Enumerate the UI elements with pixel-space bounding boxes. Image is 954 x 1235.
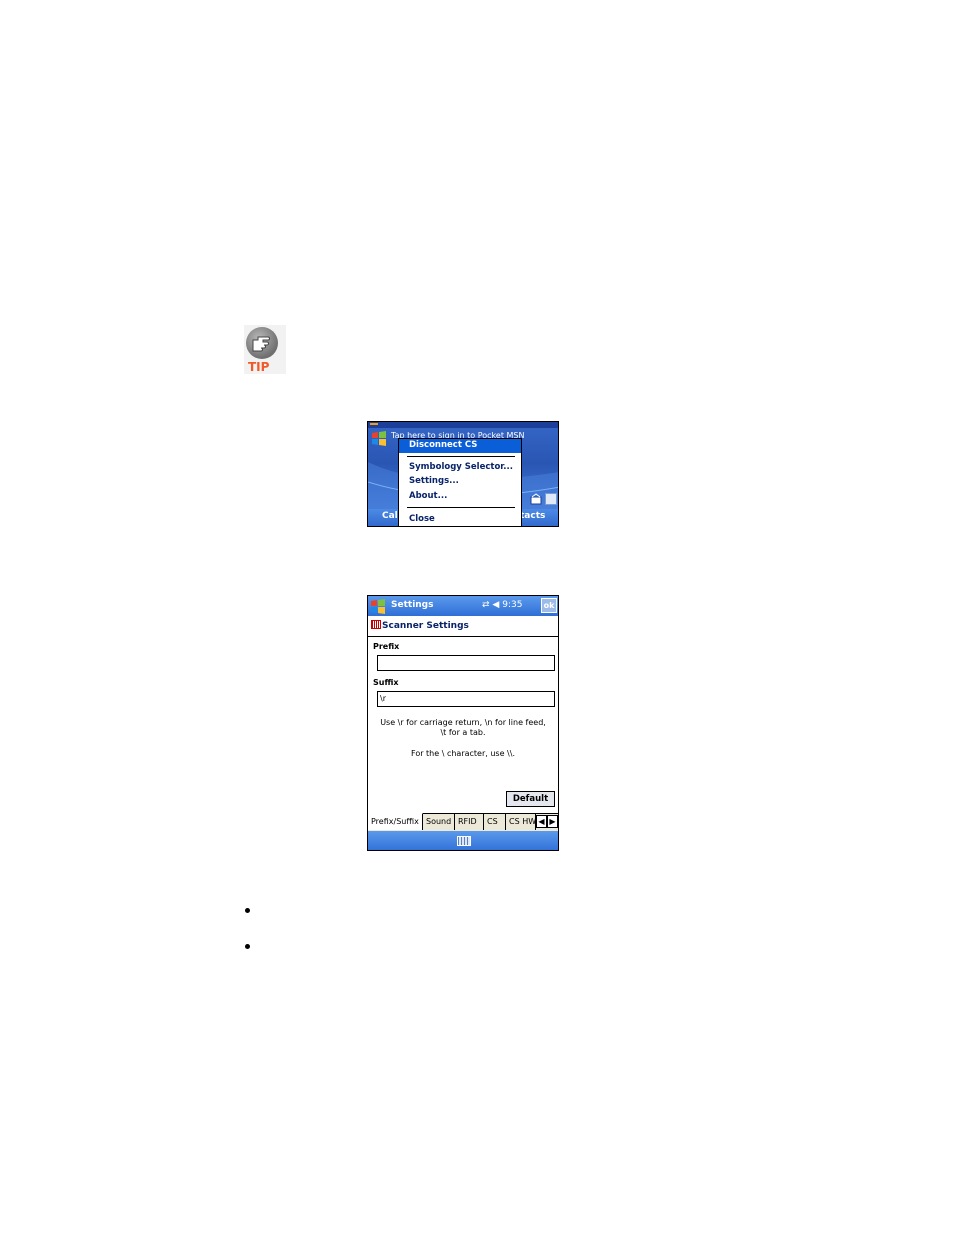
connectivity-icon[interactable]: ⇄ bbox=[482, 600, 490, 610]
suffix-label: Suffix bbox=[373, 678, 399, 687]
context-menu: Disconnect CS Symbology Selector... Sett… bbox=[398, 438, 522, 526]
menu-item-about[interactable]: About... bbox=[409, 491, 447, 501]
prefix-input[interactable] bbox=[377, 655, 555, 671]
keyboard-icon[interactable] bbox=[457, 836, 471, 846]
hint-text-2: For the \ character, use \\. bbox=[411, 749, 515, 758]
tip-icon: TIP bbox=[244, 325, 286, 374]
menu-item-settings[interactable]: Settings... bbox=[409, 476, 459, 486]
status-area[interactable]: ⇄ ◀ 9:35 bbox=[482, 600, 522, 610]
menu-item-symbology-selector[interactable]: Symbology Selector... bbox=[409, 462, 513, 472]
menu-item-close[interactable]: Close bbox=[409, 514, 435, 524]
tab-strip: Prefix/Suffix Sound RFID CS CS HW ◀ ▶ bbox=[368, 813, 558, 831]
hint-text-1: Use \r for carriage return, \n for line … bbox=[380, 718, 546, 737]
menu-item-label: Disconnect CS bbox=[409, 440, 478, 450]
menu-separator bbox=[407, 456, 515, 457]
tab-cs[interactable]: CS bbox=[484, 814, 506, 830]
menu-separator bbox=[407, 507, 515, 508]
top-bar bbox=[368, 422, 558, 428]
pointing-hand-icon bbox=[252, 336, 270, 352]
start-menu-icon[interactable] bbox=[370, 598, 386, 614]
volume-icon[interactable]: ◀ bbox=[492, 600, 499, 610]
tray-icon[interactable] bbox=[545, 493, 557, 505]
bullet-point bbox=[245, 908, 250, 913]
clock[interactable]: 9:35 bbox=[502, 600, 522, 610]
tab-prefix-suffix[interactable]: Prefix/Suffix bbox=[368, 813, 423, 830]
default-button[interactable]: Default bbox=[506, 791, 555, 807]
barcode-icon bbox=[371, 620, 381, 629]
windows-flag-icon[interactable] bbox=[371, 430, 387, 446]
today-screen-screenshot: Tap here to sign in to Pocket MSN Cal ta… bbox=[367, 421, 559, 527]
page-title: Scanner Settings bbox=[382, 621, 469, 631]
page-header: Scanner Settings bbox=[371, 620, 469, 631]
tab-sound[interactable]: Sound bbox=[423, 814, 455, 830]
tab-cs-hw[interactable]: CS HW bbox=[506, 814, 536, 830]
softkey-right[interactable]: tacts bbox=[520, 511, 545, 521]
prefix-label: Prefix bbox=[373, 642, 400, 651]
header-divider bbox=[368, 636, 558, 637]
tab-rfid[interactable]: RFID bbox=[455, 814, 484, 830]
tab-scroll-right-icon[interactable]: ▶ bbox=[547, 815, 558, 828]
window-title: Settings bbox=[391, 600, 434, 610]
ok-button[interactable]: ok bbox=[541, 598, 557, 613]
tab-scroll-left-icon[interactable]: ◀ bbox=[536, 815, 547, 828]
settings-screen-screenshot: Settings ⇄ ◀ 9:35 ok Scanner Settings Pr… bbox=[367, 595, 559, 851]
bullet-point bbox=[245, 944, 250, 949]
tip-label: TIP bbox=[248, 360, 270, 374]
menu-item-disconnect-cs[interactable]: Disconnect CS bbox=[399, 439, 521, 453]
scanner-tray-icon[interactable] bbox=[530, 493, 542, 505]
softkey-left[interactable]: Cal bbox=[382, 511, 398, 521]
suffix-input[interactable]: \r bbox=[377, 691, 555, 707]
